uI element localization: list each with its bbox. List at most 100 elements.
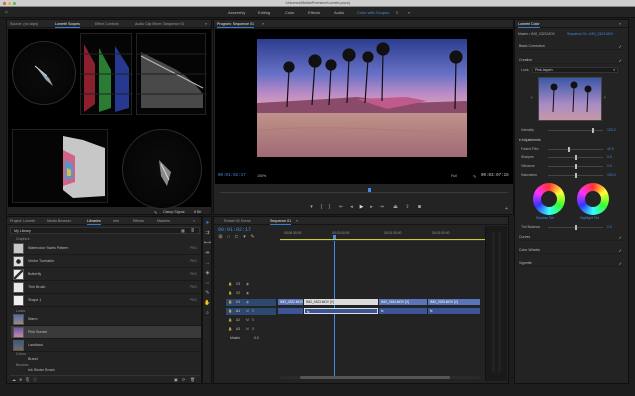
selection-tool-icon[interactable]: ➤ <box>205 221 210 226</box>
export-frame-icon[interactable]: ◙ <box>417 205 422 210</box>
library-select[interactable]: My Library ▦ ≣ <box>10 227 200 234</box>
tab-source[interactable]: Source: (no clips) <box>10 22 38 26</box>
clip-a1[interactable]: fx <box>379 308 427 314</box>
add-marker-timeline-icon[interactable]: ▾ <box>242 235 247 240</box>
program-playhead[interactable] <box>368 188 371 192</box>
hand-tool-icon[interactable]: ✋ <box>204 301 210 306</box>
timeline-timecode[interactable]: 00:01:02:17 <box>218 227 251 233</box>
rate-stretch-tool-icon[interactable]: ↔ <box>205 261 210 266</box>
lock-icon[interactable]: 🔒 <box>228 291 232 295</box>
lift-icon[interactable]: ⏏ <box>393 205 398 210</box>
add-marker-icon[interactable]: ▾ <box>309 205 314 210</box>
go-to-in-icon[interactable]: ⇤ <box>339 205 344 210</box>
program-playhead-timecode[interactable]: 00:01:02:17 <box>218 174 246 178</box>
extract-icon[interactable]: ⇪ <box>405 205 410 210</box>
button-editor-plus-icon[interactable]: + <box>504 207 509 212</box>
library-item[interactable]: Vinitor Turntable PNG <box>11 255 201 268</box>
clip-a1[interactable]: fx <box>428 308 480 314</box>
scopes-panel-menu-icon[interactable]: ≡ <box>205 22 207 26</box>
scrollbar-thumb[interactable] <box>300 376 450 379</box>
brush-item[interactable]: Ink Stroke Brush <box>28 368 55 372</box>
play-icon[interactable]: ▶ <box>359 205 364 210</box>
workspace-menu-icon[interactable]: ≡ <box>396 10 398 15</box>
tab-rotate-scene[interactable]: Rotate 04 Scene <box>224 219 251 223</box>
lock-icon[interactable]: 🔒 <box>228 318 232 322</box>
saturation-value[interactable]: 100.0 <box>607 173 616 177</box>
tab-project[interactable]: Project: Lumetri <box>10 219 35 223</box>
lock-icon[interactable]: 🔒 <box>228 309 232 313</box>
wrench-icon[interactable]: ✎ <box>154 210 157 215</box>
section-color-wheels[interactable]: Color Wheels ✓ <box>517 246 625 254</box>
workspace-audio[interactable]: Audio <box>334 10 344 15</box>
check-icon[interactable]: ✓ <box>619 44 622 49</box>
library-item[interactable]: Shape 1 PNG <box>11 294 201 307</box>
timeline-horizontal-scrollbar[interactable] <box>280 376 480 379</box>
timeline-playhead-handle[interactable] <box>333 235 336 239</box>
workspace-color-with-scopes[interactable]: Color with Scopes <box>357 10 389 15</box>
zoom-level-select[interactable]: 100% <box>257 174 266 178</box>
grid-view-icon[interactable]: ≣ <box>191 228 194 233</box>
razor-tool-icon[interactable]: ◈ <box>205 271 210 276</box>
highlight-tint-wheel[interactable] <box>577 183 609 215</box>
slider-knob[interactable] <box>575 225 577 230</box>
sync-icon[interactable]: ⟳ <box>182 377 185 382</box>
vibrance-value[interactable]: 0.0 <box>607 164 612 168</box>
tab-libraries[interactable]: Libraries <box>87 219 101 225</box>
workspace-overflow-button[interactable]: » <box>408 10 410 15</box>
project-tabs-overflow[interactable]: » <box>193 219 195 223</box>
add-content-icon[interactable]: ⊕ <box>19 377 22 382</box>
clip-a1-selected[interactable]: fx <box>304 308 378 314</box>
saturation-slider[interactable] <box>548 173 603 178</box>
tab-effect-controls[interactable]: Effect Controls <box>95 22 119 26</box>
program-menu-icon[interactable]: ≡ <box>262 22 264 26</box>
slider-knob[interactable] <box>592 128 594 133</box>
mark-out-icon[interactable]: } <box>327 205 332 210</box>
new-library-icon[interactable]: ▣ <box>174 377 178 382</box>
snap-icon[interactable]: ∩ <box>226 235 231 240</box>
tab-lumetri-color[interactable]: Lumetri Color <box>518 22 540 28</box>
lock-icon[interactable]: 🔒 <box>228 282 232 286</box>
lock-icon[interactable]: 🔒 <box>228 327 232 331</box>
clip-a1[interactable] <box>278 308 303 314</box>
info-icon[interactable]: ⓘ <box>33 377 37 383</box>
clip-v1-selected[interactable]: IMG_0323.MOV [V] <box>304 299 378 305</box>
list-view-icon[interactable]: ▦ <box>181 228 185 233</box>
look-select[interactable]: Pink Aspen ▾ <box>532 67 618 73</box>
timeline-ruler[interactable]: 00:00:30:00 00:01:00:00 00:01:30:00 00:0… <box>280 229 502 241</box>
workspace-editing[interactable]: Editing <box>258 10 270 15</box>
playback-resolution-select[interactable]: Full <box>451 174 457 178</box>
intensity-value[interactable]: 123.2 <box>607 128 616 132</box>
tab-audio-clip-mixer[interactable]: Audio Clip Mixer: Sequence 01 <box>135 22 184 26</box>
shadow-tint-wheel[interactable] <box>533 183 565 215</box>
clip-v1[interactable]: IMG_0322.MOV [V] <box>278 299 303 305</box>
vibrance-slider[interactable] <box>548 164 603 169</box>
clip-v1[interactable]: IMG_0324.MOV [V] <box>379 299 427 305</box>
library-item[interactable]: Thin Brush PNG <box>11 281 201 294</box>
section-creative[interactable]: Creative ✓ <box>517 56 625 64</box>
timeline-menu-icon[interactable]: ≡ <box>296 219 298 223</box>
slider-knob[interactable] <box>575 173 577 178</box>
linked-selection-icon[interactable]: ⊂ <box>234 235 239 240</box>
solo-icon[interactable]: S <box>252 318 254 322</box>
section-vignette[interactable]: Vignette ✓ <box>517 259 625 267</box>
workspace-effects[interactable]: Effects <box>308 10 320 15</box>
link-icon[interactable]: ⎘ <box>26 377 29 382</box>
slider-knob[interactable] <box>568 147 570 152</box>
tab-markers[interactable]: Markers <box>157 219 170 223</box>
lock-icon[interactable]: 🔒 <box>228 300 232 304</box>
clip-v1[interactable]: IMG_0325.MOV [V] <box>428 299 480 305</box>
workspace-color[interactable]: Color <box>285 10 295 15</box>
check-icon[interactable]: ✓ <box>619 261 622 266</box>
intensity-slider[interactable] <box>548 128 603 133</box>
tab-lumetri-scopes[interactable]: Lumetri Scopes <box>55 22 80 28</box>
color-item[interactable]: Brand <box>28 357 38 361</box>
tint-balance-slider[interactable] <box>548 225 603 230</box>
lumetri-sequence-clip[interactable]: Sequence 01 • IMG_0323.MOV <box>567 32 613 36</box>
bit-depth-select[interactable]: 8 Bit <box>194 210 201 214</box>
library-item[interactable]: Butterfly PNG <box>11 268 201 281</box>
faded-film-value[interactable]: 40.0 <box>607 147 614 151</box>
eye-icon[interactable]: ◉ <box>246 291 249 295</box>
tab-info[interactable]: Info <box>113 219 119 223</box>
section-basic-correction[interactable]: Basic Correction ✓ <box>517 42 625 50</box>
master-volume[interactable]: 0.0 <box>254 336 259 340</box>
